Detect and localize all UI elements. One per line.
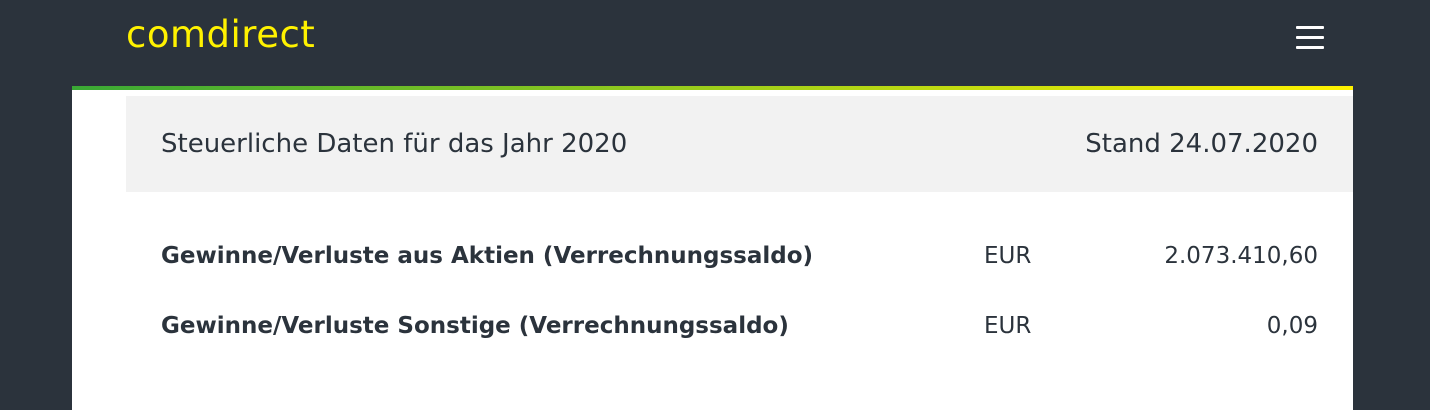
comdirect-logo[interactable]: comdirect xyxy=(126,12,315,58)
tax-data-title: Steuerliche Daten für das Jahr 2020 xyxy=(161,129,628,159)
row-label: Gewinne/Verluste aus Aktien (Verrechnung… xyxy=(161,243,814,269)
tax-row-stocks: Gewinne/Verluste aus Aktien (Verrechnung… xyxy=(126,236,1353,276)
tax-data-header: Steuerliche Daten für das Jahr 2020 Stan… xyxy=(126,96,1353,192)
top-navigation-bar: comdirect xyxy=(0,0,1430,86)
menu-line xyxy=(1296,36,1324,39)
accent-gradient-line xyxy=(72,86,1353,90)
row-value: 0,09 xyxy=(1266,313,1318,339)
content-panel: Steuerliche Daten für das Jahr 2020 Stan… xyxy=(72,86,1353,410)
tax-data-date: Stand 24.07.2020 xyxy=(1085,129,1318,159)
menu-line xyxy=(1296,46,1324,49)
hamburger-menu-icon[interactable] xyxy=(1296,24,1326,52)
menu-line xyxy=(1296,26,1324,29)
row-currency: EUR xyxy=(984,313,1032,339)
row-currency: EUR xyxy=(984,243,1032,269)
row-label: Gewinne/Verluste Sonstige (Verrechnungss… xyxy=(161,313,789,339)
row-value: 2.073.410,60 xyxy=(1164,243,1318,269)
tax-row-other: Gewinne/Verluste Sonstige (Verrechnungss… xyxy=(126,306,1353,346)
